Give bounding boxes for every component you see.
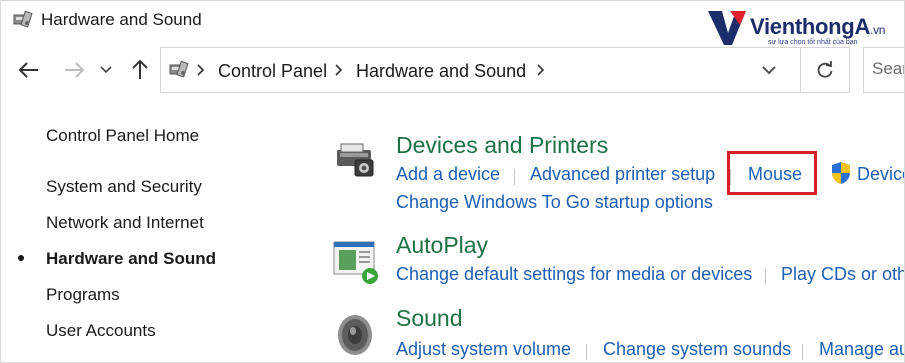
link-separator: [514, 169, 515, 185]
link-separator: [802, 344, 803, 360]
breadcrumb-control-panel[interactable]: Control Panel: [218, 61, 327, 82]
sidebar-item-programs[interactable]: Programs: [46, 285, 120, 305]
advanced-printer-setup-link[interactable]: Advanced printer setup: [530, 164, 715, 185]
address-dropdown-button[interactable]: [749, 48, 789, 92]
change-system-sounds-link[interactable]: Change system sounds: [603, 339, 791, 360]
sidebar-item-hardware-and-sound[interactable]: Hardware and Sound: [46, 249, 216, 269]
window: Hardware and Sound VienthongA.vn sự lựa …: [0, 0, 905, 363]
navigation-bar: Control Panel Hardware and Sound: [1, 45, 904, 95]
adjust-system-volume-link[interactable]: Adjust system volume: [396, 339, 571, 360]
add-a-device-link[interactable]: Add a device: [396, 164, 500, 185]
devices-and-printers-title[interactable]: Devices and Printers: [396, 132, 608, 159]
speaker-icon: [338, 315, 372, 355]
breadcrumb-hardware-and-sound[interactable]: Hardware and Sound: [356, 61, 526, 82]
active-bullet-icon: [18, 255, 24, 261]
arrow-up-icon: [132, 59, 148, 79]
vienthonga-logo: VienthongA.vn sự lựa chọn tốt nhất của b…: [706, 7, 901, 49]
change-default-settings-link[interactable]: Change default settings for media or dev…: [396, 264, 752, 285]
forward-button[interactable]: [61, 57, 87, 83]
search-input[interactable]: [872, 58, 904, 80]
breadcrumb-separator-icon[interactable]: [197, 64, 205, 76]
address-bar[interactable]: Control Panel Hardware and Sound: [160, 47, 850, 93]
link-separator: [586, 344, 587, 360]
manage-audio-devices-link[interactable]: Manage au: [819, 339, 904, 360]
sidebar-item-hardware-and-sound-row: Hardware and Sound: [1, 249, 301, 273]
arrow-left-icon: [18, 62, 38, 78]
printer-icon: [337, 143, 374, 177]
breadcrumb-separator-icon[interactable]: [537, 64, 545, 76]
back-button[interactable]: [16, 57, 42, 83]
up-button[interactable]: [127, 57, 153, 83]
chevron-down-icon: [100, 66, 112, 74]
logo-brand: VienthongA.vn: [750, 14, 886, 39]
play-cds-link[interactable]: Play CDs or oth: [781, 264, 904, 285]
sidebar-item-control-panel-home[interactable]: Control Panel Home: [46, 126, 199, 146]
change-windows-to-go-startup-options-link[interactable]: Change Windows To Go startup options: [396, 192, 713, 213]
sidebar-item-user-accounts[interactable]: User Accounts: [46, 321, 156, 341]
vienthonga-logo-mark-icon: [708, 11, 746, 45]
hardware-sound-icon: [13, 10, 33, 28]
autoplay-title[interactable]: AutoPlay: [396, 232, 488, 259]
recent-locations-button[interactable]: [97, 57, 115, 83]
device-manager-link[interactable]: Device: [857, 164, 904, 185]
hardware-sound-icon: [169, 60, 189, 78]
window-title: Hardware and Sound: [41, 10, 202, 29]
search-box[interactable]: [863, 47, 904, 93]
sidebar-item-system-and-security[interactable]: System and Security: [46, 177, 202, 197]
arrow-right-icon: [65, 62, 85, 78]
uac-shield-icon: [832, 162, 850, 184]
logo-suffix: .vn: [870, 23, 886, 37]
autoplay-icon: [333, 241, 378, 284]
refresh-button[interactable]: [800, 47, 850, 93]
link-separator: [765, 269, 766, 285]
mouse-highlight-box: [727, 151, 817, 195]
refresh-icon: [817, 61, 833, 78]
sound-title[interactable]: Sound: [396, 305, 463, 332]
breadcrumb-separator-icon[interactable]: [335, 64, 343, 76]
chevron-down-icon: [762, 65, 776, 74]
sidebar-item-network-and-internet[interactable]: Network and Internet: [46, 213, 204, 233]
